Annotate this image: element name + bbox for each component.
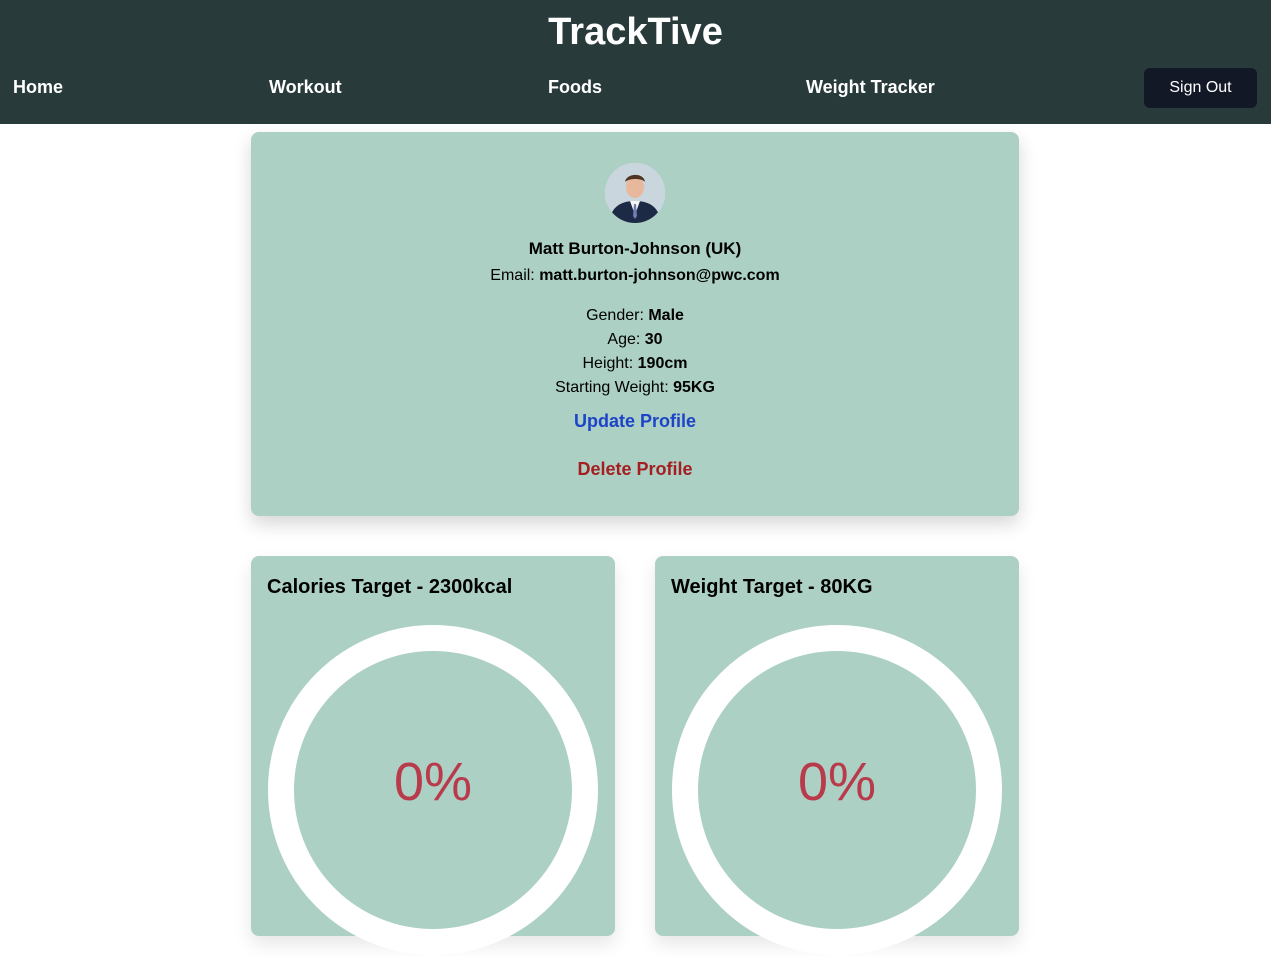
nav-workout[interactable]: Workout [269,76,342,98]
profile-name: Matt Burton-Johnson (UK) [528,239,742,258]
sign-out-button[interactable]: Sign Out [1144,68,1257,108]
starting-weight-label: Starting Weight: [555,379,669,396]
starting-weight-row: Starting Weight: 95KG [251,378,1019,398]
nav-foods[interactable]: Foods [548,76,602,98]
age-row: Age: 30 [251,330,1019,350]
profile-card: Matt Burton-Johnson (UK) Email: matt.bur… [251,132,1019,516]
gender-value: Male [648,307,684,324]
top-header: TrackTive Home Workout Foods Weight Trac… [0,0,1271,124]
weight-percent: 0% [797,752,877,812]
calories-target-title: Calories Target - 2300kcal [267,576,513,598]
nav-weight-tracker[interactable]: Weight Tracker [806,76,935,98]
age-label: Age: [607,331,641,348]
starting-weight-value: 95KG [673,379,715,396]
gender-row: Gender: Male [251,306,1019,326]
nav-home[interactable]: Home [13,76,63,98]
calories-target-card: Calories Target - 2300kcal 0% [251,556,615,955]
email-value: matt.burton-johnson@pwc.com [539,267,780,284]
height-row: Height: 190cm [251,354,1019,374]
user-photo-icon [605,163,665,223]
email-row: Email: matt.burton-johnson@pwc.com [251,266,1019,286]
height-value: 190cm [637,355,688,372]
gender-label: Gender: [586,307,644,324]
age-value: 30 [644,331,663,348]
avatar [605,163,665,223]
weight-target-title: Weight Target - 80KG [671,576,873,598]
app-title: TrackTive [548,11,723,53]
height-label: Height: [582,355,634,372]
calories-percent: 0% [393,752,473,812]
delete-profile-link[interactable]: Delete Profile [251,459,1019,479]
email-label: Email: [490,267,535,284]
update-profile-link[interactable]: Update Profile [251,411,1019,431]
weight-target-card: Weight Target - 80KG 0% [655,556,1019,955]
